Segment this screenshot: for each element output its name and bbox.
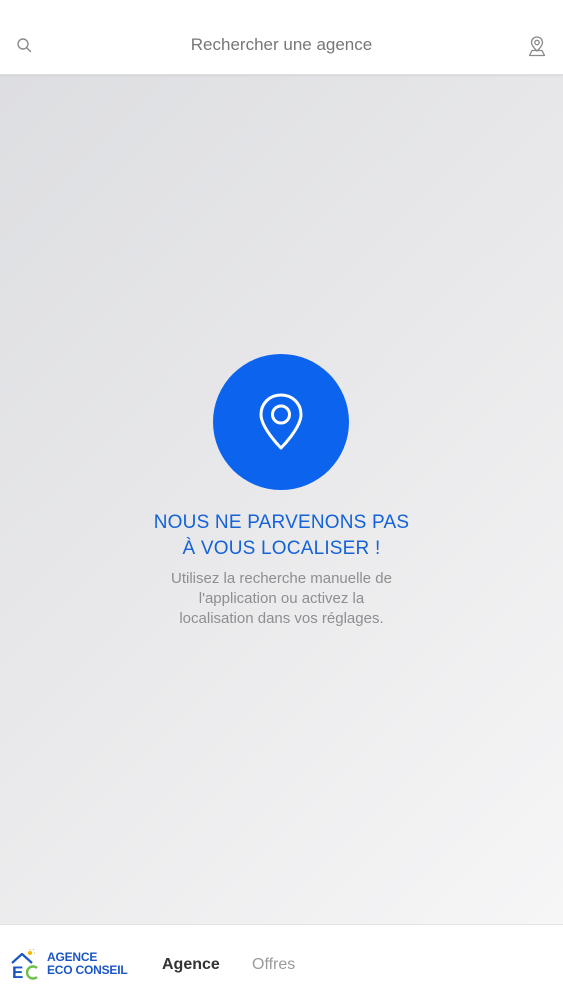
svg-text:E: E	[12, 963, 23, 981]
logo-mark-icon: E	[11, 949, 38, 981]
tab-agence[interactable]: Agence	[162, 956, 220, 974]
empty-state-title: NOUS NE PARVENONS PAS À VOUS LOCALISER !	[0, 510, 563, 562]
agence-eco-conseil-logo: E AGENCE ECO CONSEIL	[10, 949, 140, 981]
locate-me-button[interactable]	[527, 35, 547, 57]
empty-state-message-line: l'application ou activez la	[198, 590, 365, 607]
empty-state-title-line: NOUS NE PARVENONS PAS	[153, 512, 410, 533]
empty-state-message: Utilisez la recherche manuelle de l'appl…	[0, 569, 563, 629]
empty-state-title-line: À VOUS LOCALISER !	[182, 538, 381, 559]
search-field[interactable]: Rechercher une agence	[0, 35, 563, 55]
location-user-icon	[528, 36, 546, 57]
top-bar: Rechercher une agence	[0, 0, 563, 75]
empty-state-message-line: localisation dans vos réglages.	[179, 610, 384, 627]
tab-offres[interactable]: Offres	[252, 956, 295, 974]
logo-wordmark: AGENCE ECO CONSEIL	[47, 951, 128, 977]
logo-line: ECO CONSEIL	[47, 963, 128, 977]
map-pin-icon	[259, 393, 303, 450]
empty-state-message-line: Utilisez la recherche manuelle de	[171, 570, 392, 587]
location-badge	[213, 354, 349, 490]
empty-state-panel: NOUS NE PARVENONS PAS À VOUS LOCALISER !…	[0, 75, 563, 924]
bottom-navigation: E AGENCE ECO CONSEIL Agence Offres	[0, 924, 563, 1001]
